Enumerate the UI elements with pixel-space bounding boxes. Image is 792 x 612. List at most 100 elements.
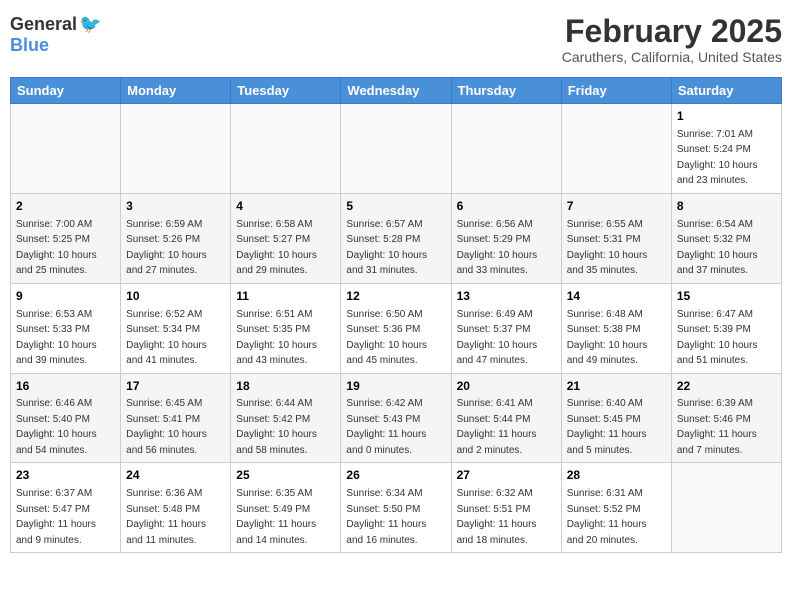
calendar-body: 1 Sunrise: 7:01 AM Sunset: 5:24 PM Daylig… <box>11 104 782 553</box>
day-number: 1 <box>677 108 776 125</box>
day-info: Sunrise: 6:56 AM Sunset: 5:29 PM Dayligh… <box>457 219 538 277</box>
day-info: Sunrise: 6:53 AM Sunset: 5:33 PM Dayligh… <box>16 309 97 367</box>
title-area: February 2025 Caruthers, California, Uni… <box>562 14 782 65</box>
day-number: 16 <box>16 378 115 395</box>
day-number: 14 <box>567 288 666 305</box>
day-number: 13 <box>457 288 556 305</box>
day-number: 5 <box>346 198 445 215</box>
day-number: 18 <box>236 378 335 395</box>
day-info: Sunrise: 6:35 AM Sunset: 5:49 PM Dayligh… <box>236 488 316 546</box>
calendar-table: SundayMondayTuesdayWednesdayThursdayFrid… <box>10 77 782 553</box>
day-info: Sunrise: 6:47 AM Sunset: 5:39 PM Dayligh… <box>677 309 758 367</box>
day-info: Sunrise: 6:36 AM Sunset: 5:48 PM Dayligh… <box>126 488 206 546</box>
week-row-1: 2Sunrise: 7:00 AM Sunset: 5:25 PM Daylig… <box>11 193 782 283</box>
day-header-saturday: Saturday <box>671 78 781 104</box>
day-number: 12 <box>346 288 445 305</box>
day-info: Sunrise: 6:44 AM Sunset: 5:42 PM Dayligh… <box>236 398 317 456</box>
day-number: 9 <box>16 288 115 305</box>
calendar-cell: 27 Sunrise: 6:32 AM Sunset: 5:51 PM Dayli… <box>451 463 561 553</box>
day-info: Sunrise: 6:41 AM Sunset: 5:44 PM Dayligh… <box>457 398 537 456</box>
day-number: 4 <box>236 198 335 215</box>
day-info: Sunrise: 6:48 AM Sunset: 5:38 PM Dayligh… <box>567 309 648 367</box>
day-info: Sunrise: 6:40 AM Sunset: 5:45 PM Dayligh… <box>567 398 647 456</box>
day-header-tuesday: Tuesday <box>231 78 341 104</box>
month-title: February 2025 <box>562 14 782 49</box>
day-info: Sunrise: 6:42 AM Sunset: 5:43 PM Dayligh… <box>346 398 426 456</box>
day-info: Sunrise: 6:59 AM Sunset: 5:26 PM Dayligh… <box>126 219 207 277</box>
calendar-cell: 4 Sunrise: 6:58 AM Sunset: 5:27 PM Daylig… <box>231 193 341 283</box>
calendar-cell: 18 Sunrise: 6:44 AM Sunset: 5:42 PM Dayli… <box>231 373 341 463</box>
logo-bird-icon: 🐦 <box>79 14 101 35</box>
day-info: Sunrise: 6:45 AM Sunset: 5:41 PM Dayligh… <box>126 398 207 456</box>
day-header-thursday: Thursday <box>451 78 561 104</box>
calendar-cell: 17 Sunrise: 6:45 AM Sunset: 5:41 PM Dayli… <box>121 373 231 463</box>
calendar-cell: 19Sunrise: 6:42 AM Sunset: 5:43 PM Dayli… <box>341 373 451 463</box>
calendar-cell <box>341 104 451 194</box>
calendar-cell: 7Sunrise: 6:55 AM Sunset: 5:31 PM Daylig… <box>561 193 671 283</box>
week-row-4: 23 Sunrise: 6:37 AM Sunset: 5:47 PM Dayli… <box>11 463 782 553</box>
calendar-cell <box>231 104 341 194</box>
day-number: 22 <box>677 378 776 395</box>
day-info: Sunrise: 6:50 AM Sunset: 5:36 PM Dayligh… <box>346 309 427 367</box>
calendar-cell: 6 Sunrise: 6:56 AM Sunset: 5:29 PM Daylig… <box>451 193 561 283</box>
day-header-friday: Friday <box>561 78 671 104</box>
day-number: 24 <box>126 467 225 484</box>
week-row-2: 9 Sunrise: 6:53 AM Sunset: 5:33 PM Daylig… <box>11 283 782 373</box>
calendar-cell: 25 Sunrise: 6:35 AM Sunset: 5:49 PM Dayli… <box>231 463 341 553</box>
calendar-header: SundayMondayTuesdayWednesdayThursdayFrid… <box>11 78 782 104</box>
day-number: 17 <box>126 378 225 395</box>
logo-general: General <box>10 14 77 35</box>
day-number: 25 <box>236 467 335 484</box>
day-number: 15 <box>677 288 776 305</box>
logo-blue: Blue <box>10 35 49 56</box>
calendar-cell: 28Sunrise: 6:31 AM Sunset: 5:52 PM Dayli… <box>561 463 671 553</box>
calendar-cell: 22Sunrise: 6:39 AM Sunset: 5:46 PM Dayli… <box>671 373 781 463</box>
week-row-0: 1 Sunrise: 7:01 AM Sunset: 5:24 PM Daylig… <box>11 104 782 194</box>
calendar-cell <box>121 104 231 194</box>
day-info: Sunrise: 6:37 AM Sunset: 5:47 PM Dayligh… <box>16 488 96 546</box>
day-info: Sunrise: 6:52 AM Sunset: 5:34 PM Dayligh… <box>126 309 207 367</box>
day-info: Sunrise: 7:01 AM Sunset: 5:24 PM Dayligh… <box>677 129 758 187</box>
calendar-cell: 16 Sunrise: 6:46 AM Sunset: 5:40 PM Dayli… <box>11 373 121 463</box>
day-info: Sunrise: 6:46 AM Sunset: 5:40 PM Dayligh… <box>16 398 97 456</box>
day-number: 11 <box>236 288 335 305</box>
day-info: Sunrise: 6:57 AM Sunset: 5:28 PM Dayligh… <box>346 219 427 277</box>
calendar-cell: 1 Sunrise: 7:01 AM Sunset: 5:24 PM Daylig… <box>671 104 781 194</box>
calendar-cell <box>451 104 561 194</box>
day-number: 26 <box>346 467 445 484</box>
day-info: Sunrise: 6:58 AM Sunset: 5:27 PM Dayligh… <box>236 219 317 277</box>
day-header-monday: Monday <box>121 78 231 104</box>
day-header-sunday: Sunday <box>11 78 121 104</box>
day-number: 20 <box>457 378 556 395</box>
day-number: 8 <box>677 198 776 215</box>
day-info: Sunrise: 6:54 AM Sunset: 5:32 PM Dayligh… <box>677 219 758 277</box>
day-number: 2 <box>16 198 115 215</box>
calendar-cell: 3Sunrise: 6:59 AM Sunset: 5:26 PM Daylig… <box>121 193 231 283</box>
calendar-cell: 2Sunrise: 7:00 AM Sunset: 5:25 PM Daylig… <box>11 193 121 283</box>
header: General 🐦 Blue February 2025 Caruthers, … <box>10 10 782 69</box>
location-title: Caruthers, California, United States <box>562 49 782 65</box>
calendar-cell: 9 Sunrise: 6:53 AM Sunset: 5:33 PM Daylig… <box>11 283 121 373</box>
day-header-wednesday: Wednesday <box>341 78 451 104</box>
day-info: Sunrise: 6:55 AM Sunset: 5:31 PM Dayligh… <box>567 219 648 277</box>
day-info: Sunrise: 6:34 AM Sunset: 5:50 PM Dayligh… <box>346 488 426 546</box>
calendar-cell: 20 Sunrise: 6:41 AM Sunset: 5:44 PM Dayli… <box>451 373 561 463</box>
calendar-cell <box>561 104 671 194</box>
calendar-cell: 8 Sunrise: 6:54 AM Sunset: 5:32 PM Daylig… <box>671 193 781 283</box>
calendar-cell: 21Sunrise: 6:40 AM Sunset: 5:45 PM Dayli… <box>561 373 671 463</box>
day-number: 23 <box>16 467 115 484</box>
page: General 🐦 Blue February 2025 Caruthers, … <box>10 10 782 553</box>
day-info: Sunrise: 6:51 AM Sunset: 5:35 PM Dayligh… <box>236 309 317 367</box>
calendar-cell: 23 Sunrise: 6:37 AM Sunset: 5:47 PM Dayli… <box>11 463 121 553</box>
day-number: 27 <box>457 467 556 484</box>
day-info: Sunrise: 6:32 AM Sunset: 5:51 PM Dayligh… <box>457 488 537 546</box>
calendar-cell: 14 Sunrise: 6:48 AM Sunset: 5:38 PM Dayli… <box>561 283 671 373</box>
calendar-cell: 15 Sunrise: 6:47 AM Sunset: 5:39 PM Dayli… <box>671 283 781 373</box>
calendar-cell: 13Sunrise: 6:49 AM Sunset: 5:37 PM Dayli… <box>451 283 561 373</box>
day-number: 10 <box>126 288 225 305</box>
day-number: 6 <box>457 198 556 215</box>
calendar-cell: 11 Sunrise: 6:51 AM Sunset: 5:35 PM Dayli… <box>231 283 341 373</box>
calendar-cell <box>671 463 781 553</box>
calendar-cell: 26 Sunrise: 6:34 AM Sunset: 5:50 PM Dayli… <box>341 463 451 553</box>
logo: General 🐦 Blue <box>10 14 101 56</box>
